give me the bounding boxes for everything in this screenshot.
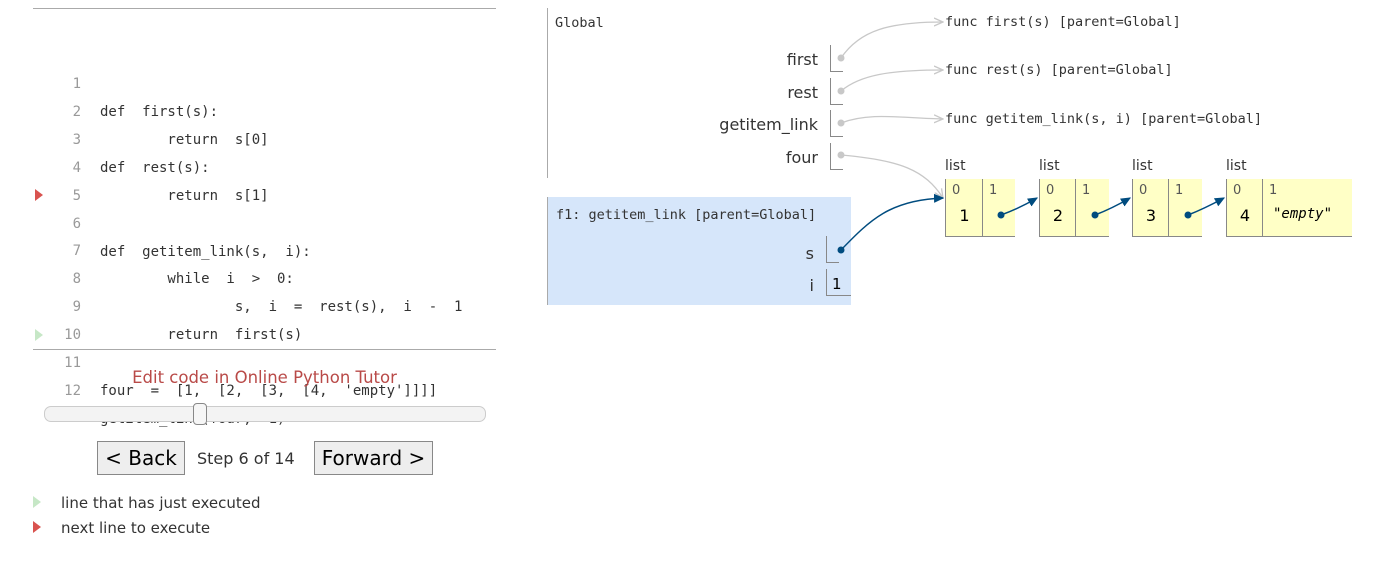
pointer-list-link — [1184, 197, 1225, 219]
pointer-list-link — [997, 197, 1038, 219]
pointer-list-link — [1091, 197, 1131, 219]
pointer-first — [837, 22, 944, 62]
visualization: Global first rest getitem_link four func… — [0, 0, 1378, 562]
pointer-rest — [837, 70, 944, 95]
pointer-four — [837, 151, 944, 199]
pointer-arrows — [837, 0, 1378, 254]
pointer-getitem-link — [837, 116, 944, 127]
pointer-f1-s — [837, 198, 944, 254]
